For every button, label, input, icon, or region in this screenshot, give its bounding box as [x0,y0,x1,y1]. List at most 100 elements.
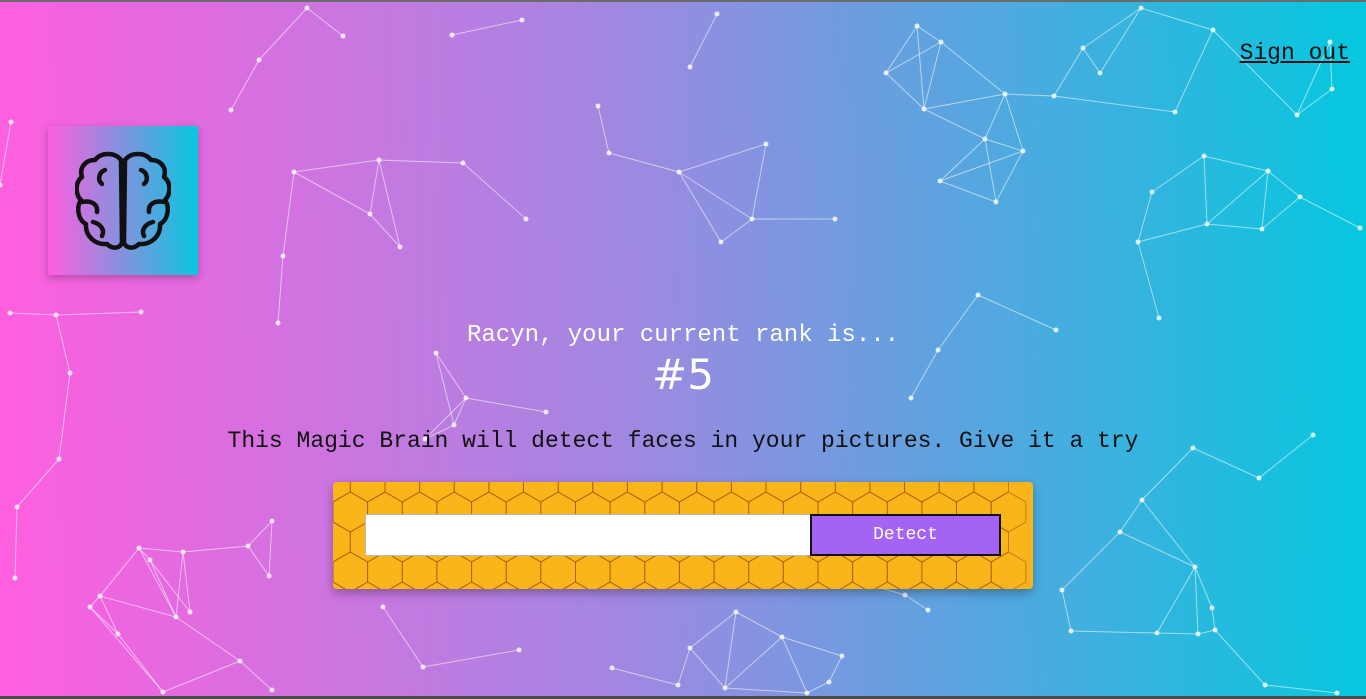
honeycomb-cell [453,482,490,503]
particle-link [885,41,942,74]
sign-out-link[interactable]: Sign out [1240,40,1350,66]
particle-link [689,611,737,649]
image-link-description: This Magic Brain will detect faces in yo… [227,428,1139,454]
particle-dot [516,647,522,653]
particle-dot [1080,45,1086,51]
particle-link [1137,191,1153,243]
honeycomb-cell [557,482,594,503]
detect-button[interactable]: Detect [810,514,1001,556]
particle-link [677,647,691,686]
honeycomb-cell [367,551,403,589]
particle-dot [687,645,693,651]
particle-dot [1051,93,1057,99]
particle-link [453,397,467,426]
particle-dot [993,199,999,205]
particle-dot [595,103,601,109]
particle-link [282,171,295,257]
particle-link [1261,170,1269,230]
particle-link [99,595,119,635]
particle-dot [722,685,728,691]
particle-link [1137,223,1208,243]
particle-dot [1294,112,1300,118]
particle-link [923,108,986,140]
particle-dot [1201,153,1207,159]
honeycomb-cell [921,551,957,589]
particle-link [1203,155,1208,225]
particle-link [1214,629,1266,686]
particle-link [1004,93,1055,97]
particle-link [1174,29,1214,113]
particle-link [175,616,241,662]
particle-link [0,121,12,186]
particle-dot [147,557,153,563]
particle-link [611,667,679,686]
honeycomb-cell [852,551,888,589]
honeycomb-cell [349,482,386,503]
particle-dot [256,57,262,63]
particle-dot [1138,5,1144,11]
particle-link [904,594,929,611]
rank-label: Racyn, your current rank is... [466,322,900,349]
particle-dot [245,543,251,549]
honeycomb-cell [333,491,369,533]
honeycomb-cell [800,482,836,503]
particle-link [689,647,726,689]
particle-link [885,25,918,74]
particle-link [751,143,767,220]
particle-link [138,547,184,553]
particle-link [1203,155,1269,172]
particle-link [162,660,241,693]
particle-link [1140,7,1214,31]
particle-link [9,312,57,316]
particle-link [916,25,925,110]
particle-link [984,138,1024,152]
honeycomb-cell [505,551,542,589]
honeycomb-cell [389,581,416,589]
particle-dot [160,689,166,695]
particle-link [1151,155,1205,193]
particle-link [720,218,753,243]
particle-link [1267,170,1301,198]
honeycomb-cell [700,581,728,589]
particle-link [1053,95,1176,113]
particle-link [678,171,753,220]
particle-link [378,159,401,248]
particle-link [1141,499,1196,568]
particle-link [277,255,284,324]
particle-dot [687,64,693,70]
particle-link [55,311,142,316]
particle-dot [543,409,549,415]
particle-dot [8,119,14,125]
particle-dot [1117,529,1123,535]
particle-link [247,545,270,577]
honeycomb-cell [834,482,871,503]
particle-dot [367,211,373,217]
rank-value: #5 [652,350,714,399]
honeycomb-cell [423,581,451,589]
particle-dot [1209,605,1215,611]
particle-dot [1210,27,1216,33]
particle-dot [718,239,724,245]
honeycomb-cell [908,581,936,589]
honeycomb-cell [904,482,940,503]
honeycomb-cell [956,551,992,589]
particle-link [117,633,164,693]
particle-link [1194,566,1199,635]
particle-dot [304,5,310,11]
particle-dot [136,545,142,551]
particle-link [268,520,273,577]
particle-dot [138,309,144,315]
honeycomb-cell [333,482,351,503]
particle-link [89,606,119,635]
particle-link [828,655,843,683]
image-url-input[interactable] [365,514,811,556]
particle-dot [1329,86,1335,92]
particle-dot [1357,225,1363,231]
particle-link [258,7,308,61]
particle-link [1156,632,1199,635]
particle-dot [675,682,681,688]
particle-link [247,520,273,547]
honeycomb-cell [874,581,901,589]
honeycomb-cell [765,482,802,503]
particle-dot [291,169,297,175]
